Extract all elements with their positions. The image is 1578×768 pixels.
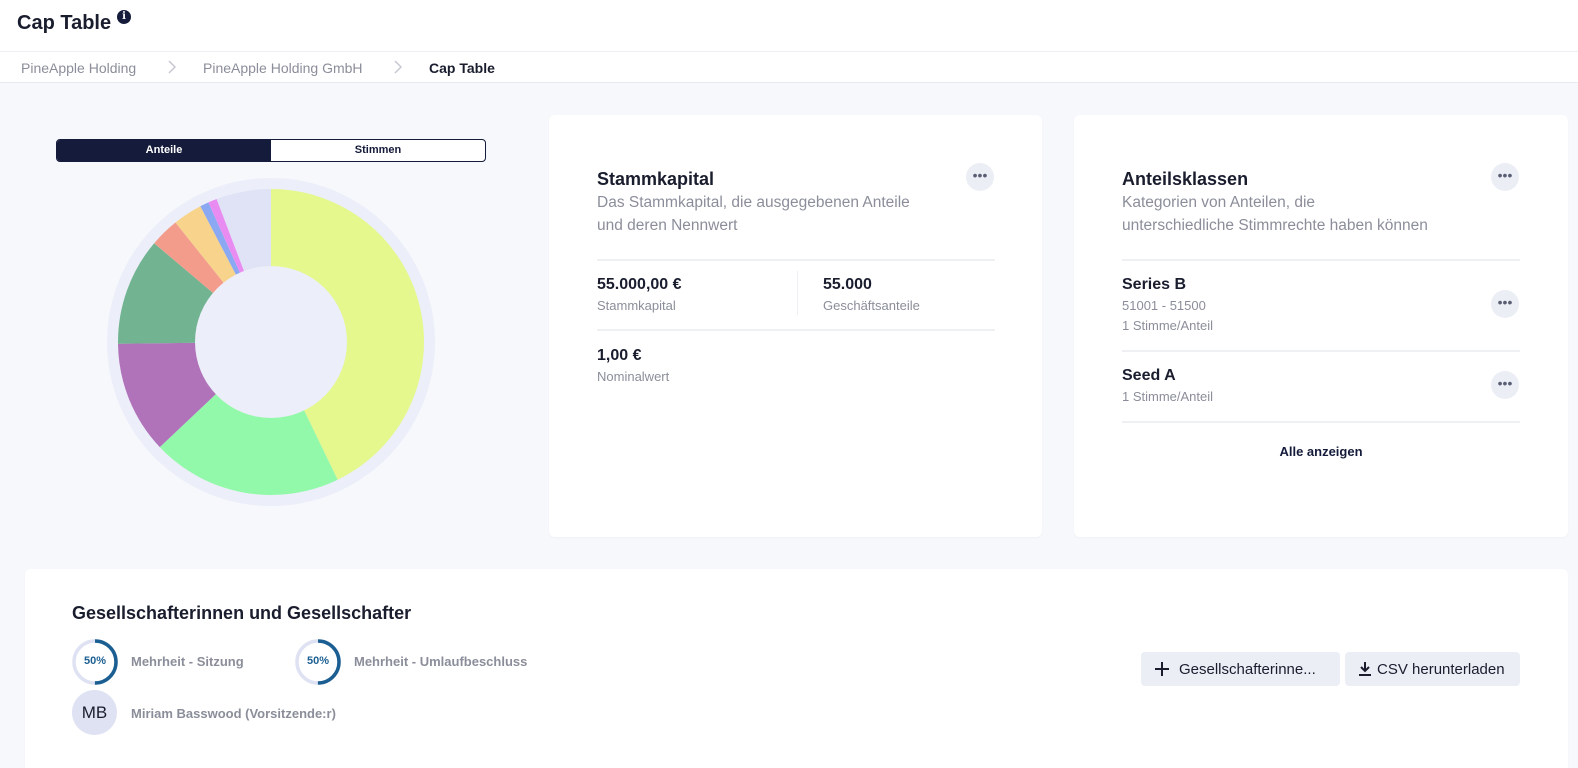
chair-name: Miriam Basswood (Vorsitzende:r) — [131, 706, 336, 721]
breadcrumb-item-gmbh[interactable]: PineApple Holding GmbH — [203, 60, 363, 76]
stammkapital-subtitle-1: Das Stammkapital, die ausgegebenen Antei… — [597, 194, 910, 211]
anteilsklassen-card: Anteilsklassen ••• Kategorien von Anteil… — [1074, 115, 1568, 537]
stammkapital-card: Stammkapital ••• Das Stammkapital, die a… — [549, 115, 1042, 537]
add-shareholder-button[interactable]: Gesellschafterinne... — [1141, 652, 1340, 686]
add-shareholder-label: Gesellschafterinne... — [1179, 660, 1316, 678]
nominal-value: 1,00 € — [597, 347, 642, 364]
more-dots-icon: ••• — [1497, 167, 1513, 183]
anteilsklassen-subtitle-1: Kategorien von Anteilen, die — [1122, 194, 1316, 211]
majority-circular-percent: 50% — [306, 655, 330, 667]
majority-meeting-label: Mehrheit - Sitzung — [131, 654, 244, 669]
shares-value: 55.000 — [823, 276, 872, 293]
csv-download-button[interactable]: CSV herunterladen — [1345, 652, 1520, 686]
divider — [1122, 421, 1520, 423]
stammkapital-value: 55.000,00 € — [597, 276, 682, 293]
chevron-right-icon — [394, 60, 402, 74]
stammkapital-more-button[interactable]: ••• — [966, 163, 994, 191]
top-bar: Cap Table i — [0, 0, 1578, 52]
anteilsklassen-more-button[interactable]: ••• — [1491, 163, 1519, 191]
anteilsklassen-subtitle-2: unterschiedliche Stimmrechte haben könne… — [1122, 217, 1428, 234]
view-toggle: Anteile Stimmen — [56, 139, 486, 162]
page-title: Cap Table — [17, 12, 112, 34]
more-dots-icon: ••• — [1497, 375, 1513, 391]
divider — [1122, 350, 1520, 352]
majority-meeting-percent: 50% — [83, 655, 107, 667]
tab-stimmen[interactable]: Stimmen — [271, 140, 485, 161]
share-class-votes: 1 Stimme/Anteil — [1122, 389, 1214, 404]
share-class-name[interactable]: Series B — [1122, 276, 1186, 294]
ownership-donut-chart — [107, 178, 435, 506]
download-icon — [1359, 662, 1371, 676]
vertical-divider — [797, 271, 798, 315]
stammkapital-title: Stammkapital — [597, 169, 715, 189]
tab-anteile[interactable]: Anteile — [57, 140, 271, 161]
shareholders-title: Gesellschafterinnen und Gesellschafter — [72, 603, 412, 623]
plus-icon — [1155, 662, 1169, 676]
nominal-label: Nominalwert — [597, 369, 670, 384]
share-class-more-button[interactable]: ••• — [1491, 290, 1519, 318]
stammkapital-subtitle-2: und deren Nennwert — [597, 217, 738, 234]
info-icon[interactable]: i — [117, 10, 131, 24]
share-class-name[interactable]: Seed A — [1122, 367, 1176, 385]
show-all-link[interactable]: Alle anzeigen — [1122, 444, 1520, 459]
breadcrumb-item-cap-table: Cap Table — [429, 60, 495, 76]
shares-label: Geschäftsanteile — [823, 298, 920, 313]
share-class-more-button[interactable]: ••• — [1491, 371, 1519, 399]
avatar: MB — [72, 690, 117, 735]
more-dots-icon: ••• — [972, 167, 988, 183]
anteilsklassen-title: Anteilsklassen — [1122, 169, 1249, 189]
share-class-range: 51001 - 51500 — [1122, 298, 1206, 313]
donut-hole — [195, 266, 347, 418]
majority-circular-label: Mehrheit - Umlaufbeschluss — [354, 654, 528, 669]
divider — [597, 329, 995, 331]
chevron-right-icon — [168, 60, 176, 74]
share-class-votes: 1 Stimme/Anteil — [1122, 318, 1214, 333]
csv-download-label: CSV herunterladen — [1377, 660, 1505, 678]
divider — [1122, 259, 1520, 261]
breadcrumb-item-holding[interactable]: PineApple Holding — [21, 60, 136, 76]
breadcrumb: PineApple Holding PineApple Holding GmbH… — [0, 52, 1578, 83]
more-dots-icon: ••• — [1497, 294, 1513, 310]
divider — [597, 259, 995, 261]
stammkapital-label: Stammkapital — [597, 298, 676, 313]
